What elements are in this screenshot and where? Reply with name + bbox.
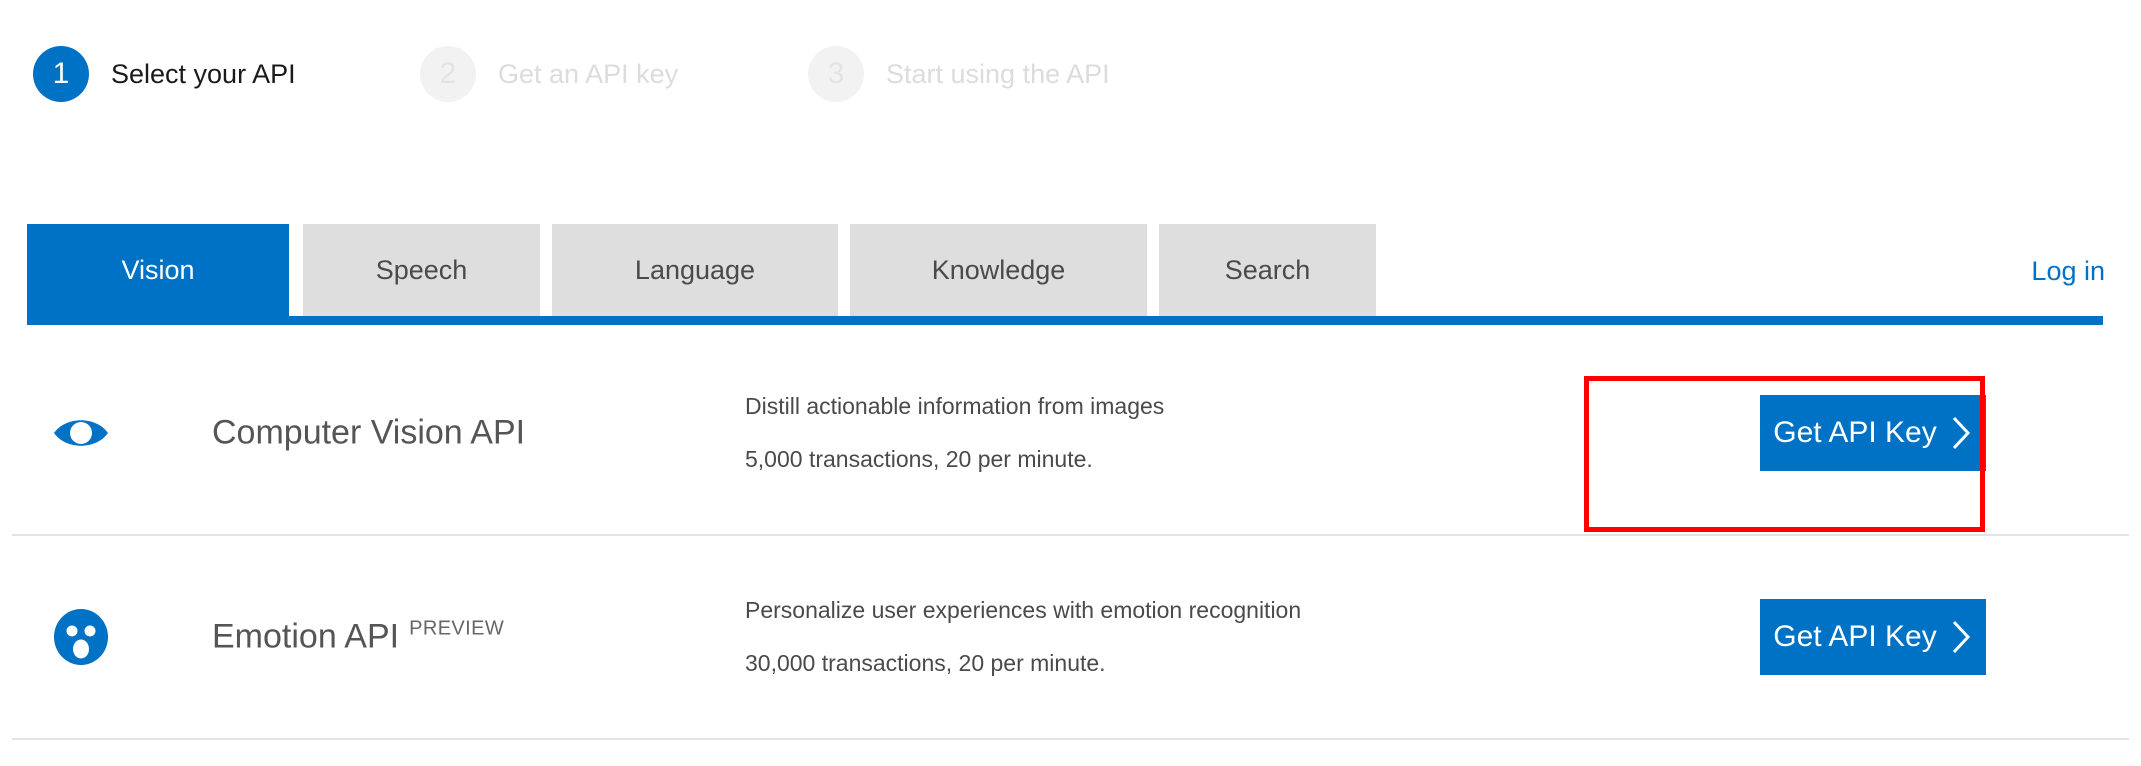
preview-badge: PREVIEW: [409, 617, 505, 640]
step-1-select-your-api[interactable]: 1 Select your API: [33, 46, 296, 102]
api-quota-text: 5,000 transactions, 20 per minute.: [745, 446, 1093, 472]
login-link[interactable]: Log in: [2031, 256, 2105, 287]
api-description-text: Personalize user experiences with emotio…: [745, 597, 1302, 623]
step-3-number-badge: 3: [808, 46, 864, 102]
step-1-number-badge: 1: [33, 46, 89, 102]
category-tabbar: Vision Speech Language Knowledge Search …: [0, 224, 2141, 325]
tab-language[interactable]: Language: [552, 224, 838, 316]
api-list: Computer Vision API Distill actionable i…: [0, 332, 2141, 740]
api-description-emotion: Personalize user experiences with emotio…: [745, 599, 1301, 675]
tab-vision[interactable]: Vision: [27, 224, 289, 316]
step-2-number-badge: 2: [420, 46, 476, 102]
api-title-text: Computer Vision API: [212, 413, 526, 452]
eye-icon: [52, 404, 110, 462]
chevron-right-icon: [1951, 619, 1973, 655]
tab-speech[interactable]: Speech: [303, 224, 540, 316]
get-api-key-label: Get API Key: [1773, 416, 1937, 449]
surprised-face-icon: [52, 608, 110, 666]
step-2-label: Get an API key: [498, 58, 679, 89]
tab-knowledge[interactable]: Knowledge: [850, 224, 1147, 316]
chevron-right-icon: [1951, 415, 1973, 451]
step-1-label: Select your API: [111, 58, 296, 89]
get-api-key-button-computer-vision[interactable]: Get API Key: [1760, 395, 1986, 471]
get-api-key-button-emotion[interactable]: Get API Key: [1760, 599, 1986, 675]
api-description-computer-vision: Distill actionable information from imag…: [745, 395, 1164, 471]
api-row-emotion[interactable]: Emotion API PREVIEW Personalize user exp…: [12, 536, 2129, 740]
api-description-text: Distill actionable information from imag…: [745, 393, 1165, 419]
tab-underline-bar: [27, 316, 2103, 325]
api-quota-text: 30,000 transactions, 20 per minute.: [745, 650, 1106, 676]
step-3-start-using-the-api[interactable]: 3 Start using the API: [808, 46, 1110, 102]
step-3-label: Start using the API: [886, 58, 1110, 89]
step-2-get-an-api-key[interactable]: 2 Get an API key: [420, 46, 678, 102]
api-title-text: Emotion API: [212, 617, 400, 656]
api-row-computer-vision[interactable]: Computer Vision API Distill actionable i…: [12, 332, 2129, 536]
api-title-computer-vision: Computer Vision API: [212, 414, 525, 453]
tab-search[interactable]: Search: [1159, 224, 1376, 316]
get-api-key-label: Get API Key: [1773, 620, 1937, 653]
step-indicator: 1 Select your API 2 Get an API key 3 Sta…: [0, 0, 2141, 160]
api-title-emotion: Emotion API PREVIEW: [212, 618, 504, 657]
